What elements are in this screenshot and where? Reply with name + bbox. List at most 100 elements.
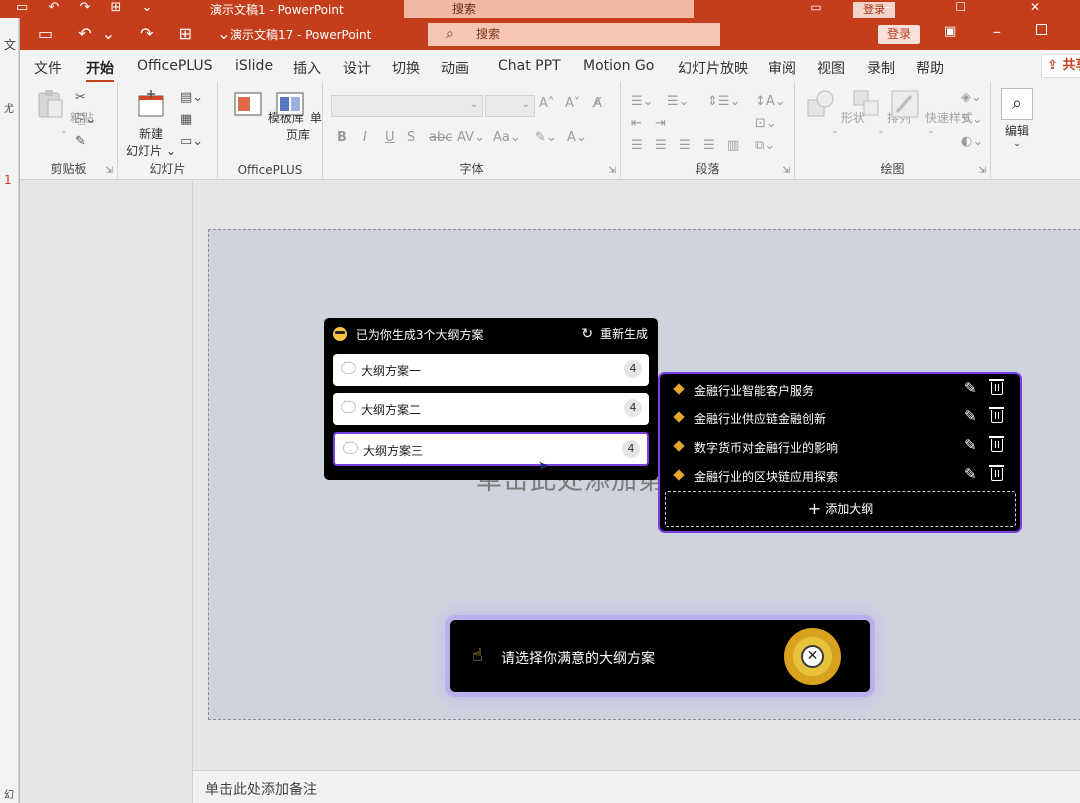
shape-fill-icon[interactable]: ◈⌄ (961, 90, 982, 105)
tab-review[interactable]: 审阅 (768, 58, 796, 78)
font-launcher-icon[interactable]: ⇲ (608, 166, 616, 176)
ribbon-display-options-icon[interactable]: ▣ (944, 24, 956, 39)
numbering-icon[interactable]: ☰⌄ (667, 94, 690, 109)
align-left-icon[interactable]: ☰ (631, 138, 643, 153)
outline-option-1[interactable]: 大纲方案一 4 (333, 354, 649, 386)
tab-view[interactable]: 视图 (817, 58, 845, 78)
format-painter-icon[interactable]: ✎ (75, 134, 86, 149)
shape-outline-icon[interactable]: ✎⌄ (961, 112, 983, 127)
clipboard-launcher-icon[interactable]: ⇲ (105, 166, 113, 176)
italic-icon[interactable]: I (363, 130, 367, 145)
outline-option-3[interactable]: 大纲方案三 4 (333, 432, 649, 466)
tab-file[interactable]: 文件 (34, 58, 62, 78)
group-label-font: 字体 (459, 162, 484, 176)
font-family-dropdown[interactable]: ⌄ (331, 95, 483, 117)
outline-option-2[interactable]: 大纲方案二 4 (333, 393, 649, 425)
shape-effects-icon[interactable]: ◐⌄ (961, 134, 983, 149)
tab-home[interactable]: 开始 (86, 58, 114, 83)
tab-islide[interactable]: iSlide (235, 58, 273, 74)
tab-officeplus[interactable]: OfficePLUS (137, 58, 213, 74)
text-direction-icon[interactable]: ↕A⌄ (755, 94, 786, 109)
reset-icon[interactable]: ▦ (180, 112, 192, 127)
columns-icon[interactable]: ▥ (727, 138, 739, 153)
font-size-dropdown[interactable]: ⌄ (485, 95, 535, 117)
change-case-icon[interactable]: Aa⌄ (493, 130, 521, 145)
edit-icon[interactable]: ✎ (964, 465, 977, 483)
align-text-icon[interactable]: ⊡⌄ (755, 116, 777, 131)
shapes-icon (807, 90, 834, 117)
background-window-controls[interactable]: ▭ – ☐ ✕ (810, 0, 1070, 14)
options-header: 已为你生成3个大纲方案 (333, 326, 483, 343)
tab-animations[interactable]: 动画 (441, 58, 469, 78)
layout-icon[interactable]: ▤⌄ (180, 90, 203, 105)
cut-icon[interactable]: ✂ (75, 90, 86, 105)
outline-option-count: 4 (624, 360, 642, 378)
prompt-text: 请选择你满意的大纲方案 (501, 651, 655, 667)
clear-formatting-icon[interactable]: A̸ (593, 96, 602, 111)
tab-insert[interactable]: 插入 (293, 58, 321, 78)
tab-design[interactable]: 设计 (343, 58, 371, 78)
tab-record[interactable]: 录制 (867, 58, 895, 78)
bold-icon[interactable]: B (337, 130, 347, 145)
edit-icon[interactable]: ✎ (964, 379, 977, 397)
tab-chat-ppt[interactable]: Chat PPT (498, 58, 561, 74)
slide-canvas[interactable]: 单击此处添加第 已为你生成3个大纲方案 ↻ 重新生成 大纲方案一 4 大纲方案二… (208, 229, 1080, 720)
tab-help[interactable]: 帮助 (916, 58, 944, 78)
bullets-icon[interactable]: ☰⌄ (631, 94, 654, 109)
new-slide-button[interactable]: 新建 幻灯片 ⌄ (126, 88, 176, 159)
notes-pane[interactable]: 单击此处添加备注 (193, 770, 1080, 803)
trash-icon[interactable] (989, 465, 1004, 481)
decrease-indent-icon[interactable]: ⇤ (631, 116, 642, 131)
tab-transitions[interactable]: 切换 (392, 58, 420, 78)
paragraph-launcher-icon[interactable]: ⇲ (782, 166, 790, 176)
background-slide-number: 1 (4, 173, 12, 187)
line-spacing-icon[interactable]: ⇕☰⌄ (707, 94, 740, 109)
strikethrough-icon[interactable]: abc (429, 130, 452, 145)
new-slide-label: 新建 (138, 127, 163, 141)
justify-icon[interactable]: ☰ (703, 138, 715, 153)
tab-motion-go[interactable]: Motion Go (583, 58, 654, 74)
edit-icon[interactable]: ✎ (964, 436, 977, 454)
edit-icon[interactable]: ✎ (964, 407, 977, 425)
add-outline-button[interactable]: + 添加大纲 (665, 491, 1016, 527)
align-right-icon[interactable]: ☰ (679, 138, 691, 153)
minimize-button[interactable]: – (993, 22, 1001, 41)
quick-access-toolbar[interactable]: ▭ ↶⌄ ↷ ⊞ ⌄ (38, 24, 241, 43)
character-spacing-icon[interactable]: AV⌄ (457, 130, 485, 145)
background-label-font: 尤 (4, 104, 14, 115)
align-center-icon[interactable]: ☰ (655, 138, 667, 153)
single-page-library-button[interactable]: 单页库 (274, 88, 322, 143)
mouse-cursor-icon: ➤ (538, 459, 549, 474)
increase-font-icon[interactable]: A˄ (539, 96, 554, 111)
group-officeplus: 模板库 单页库 OfficePLUS (218, 82, 323, 180)
increase-indent-icon[interactable]: ⇥ (655, 116, 666, 131)
maximize-button[interactable] (1036, 24, 1047, 35)
section-icon[interactable]: ▭⌄ (180, 134, 203, 149)
shadow-icon[interactable]: S (407, 130, 415, 145)
background-search-box[interactable]: 搜索 (404, 0, 694, 18)
tab-slide-show[interactable]: 幻灯片放映 (678, 58, 748, 78)
smartart-icon[interactable]: ⧉⌄ (755, 138, 775, 153)
close-icon[interactable]: ✕ (801, 645, 824, 668)
outline-item: 金融行业的区块链应用探索 ✎ (672, 465, 1012, 485)
trash-icon[interactable] (989, 407, 1004, 423)
font-color-icon[interactable]: A⌄ (567, 130, 587, 145)
copy-icon[interactable]: ⎘⌄ (75, 112, 96, 127)
share-button[interactable]: ⇪ 共享 (1041, 54, 1080, 78)
login-button[interactable]: 登录 (878, 25, 920, 44)
search-box[interactable]: ⌕ 搜索 (428, 23, 720, 46)
outline-options-panel: 已为你生成3个大纲方案 ↻ 重新生成 大纲方案一 4 大纲方案二 4 大纲方案三… (324, 318, 658, 480)
drawing-launcher-icon[interactable]: ⇲ (978, 166, 986, 176)
trash-icon[interactable] (989, 379, 1004, 395)
pointing-hand-icon: ☝ (472, 645, 483, 666)
background-quick-access: ▭ ↶ ↷ ⊞ ⌄ (16, 0, 161, 15)
slide-thumbnail-pane[interactable] (20, 181, 193, 803)
single-page-library-icon (276, 92, 304, 116)
highlight-icon[interactable]: ✎⌄ (535, 130, 557, 145)
outline-item-text: 数字货币对金融行业的影响 (694, 441, 839, 455)
underline-icon[interactable]: U (385, 130, 395, 145)
editing-button[interactable]: ⌕ 编辑 ⌄ (1001, 88, 1033, 149)
regenerate-button[interactable]: ↻ 重新生成 (581, 325, 648, 342)
decrease-font-icon[interactable]: A˅ (565, 96, 580, 111)
trash-icon[interactable] (989, 436, 1004, 452)
